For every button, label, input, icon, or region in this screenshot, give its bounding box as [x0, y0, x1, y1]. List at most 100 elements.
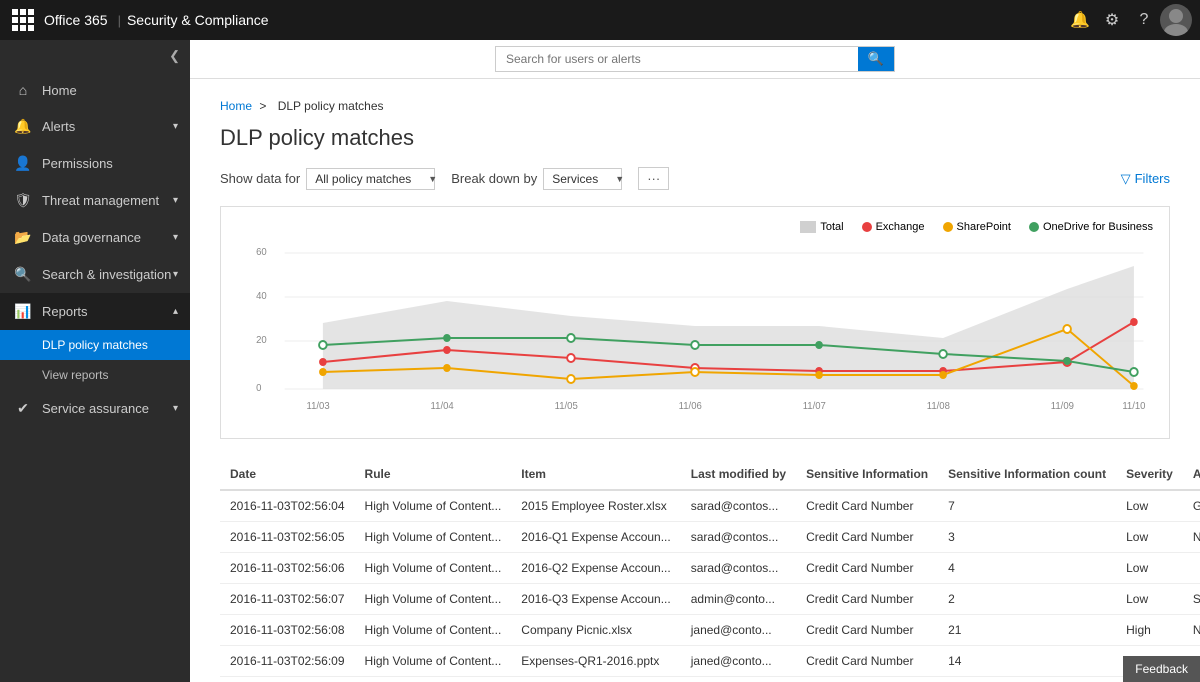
filters-button[interactable]: ▽ Filters [1121, 171, 1170, 187]
breadcrumb-current: DLP policy matches [278, 99, 384, 113]
col-sensitive: Sensitive Information [796, 459, 938, 490]
more-button[interactable]: ··· [638, 167, 669, 190]
home-icon: ⌂ [12, 82, 34, 98]
sidebar-item-alerts[interactable]: 🔔 Alerts ▾ [0, 108, 190, 145]
break-down-select-wrap: Services [543, 168, 630, 190]
sidebar-sub-item-dlp[interactable]: DLP policy matches [0, 330, 190, 360]
legend-onedrive-label: OneDrive for Business [1043, 221, 1153, 233]
reports-chevron: ▴ [173, 306, 178, 317]
threat-chevron: ▾ [173, 195, 178, 206]
search-input-wrap: 🔍 [495, 46, 895, 72]
table-row: 2016-11-03T02:56:04High Volume of Conten… [220, 490, 1200, 522]
legend-total: Total [800, 221, 843, 233]
svg-text:11/07: 11/07 [803, 401, 826, 412]
legend-exchange-dot [862, 222, 872, 232]
view-reports-label: View reports [42, 368, 108, 382]
svg-text:11/03: 11/03 [307, 401, 330, 412]
app-name: Office 365 [44, 12, 108, 28]
top-bar-divider: | [118, 13, 121, 28]
svg-text:20: 20 [256, 335, 267, 346]
table-row: 2016-11-03T02:56:10High Volume of Conten… [220, 677, 1200, 682]
table-row: 2016-11-03T02:56:07High Volume of Conten… [220, 584, 1200, 615]
sidebar-item-data-label: Data governance [42, 230, 141, 245]
filter-bar: Show data for All policy matches Break d… [220, 167, 1170, 190]
waffle-icon[interactable] [8, 5, 38, 35]
svg-text:11/08: 11/08 [927, 401, 950, 412]
legend-total-box [800, 221, 816, 233]
breadcrumb: Home > DLP policy matches [220, 99, 1170, 113]
legend-sharepoint-label: SharePoint [957, 221, 1011, 233]
alerts-chevron: ▾ [173, 121, 178, 132]
page-title: DLP policy matches [220, 125, 1170, 151]
svg-text:11/09: 11/09 [1051, 401, 1074, 412]
sidebar-item-service[interactable]: ✔ Service assurance ▾ [0, 390, 190, 427]
search-button[interactable]: 🔍 [858, 47, 894, 71]
breadcrumb-home[interactable]: Home [220, 99, 252, 113]
svg-text:40: 40 [256, 291, 267, 302]
notification-icon[interactable]: 🔔 [1064, 4, 1096, 36]
svg-text:11/05: 11/05 [555, 401, 579, 412]
page-content: Home > DLP policy matches DLP policy mat… [190, 79, 1200, 682]
table-row: 2016-11-03T02:56:09High Volume of Conten… [220, 646, 1200, 677]
permissions-icon: 👤 [12, 155, 34, 172]
dlp-policy-label: DLP policy matches [42, 338, 148, 352]
feedback-button[interactable]: Feedback [1123, 656, 1200, 682]
search-icon: 🔍 [12, 266, 34, 283]
svg-text:11/04: 11/04 [431, 401, 455, 412]
break-down-label: Break down by [451, 171, 537, 186]
user-avatar[interactable] [1160, 4, 1192, 36]
col-severity: Severity [1116, 459, 1183, 490]
service-icon: ✔ [12, 400, 34, 417]
sidebar-item-reports-label: Reports [42, 304, 88, 319]
col-item: Item [511, 459, 680, 490]
sidebar-sub-item-view-reports[interactable]: View reports [0, 360, 190, 390]
service-chevron: ▾ [173, 403, 178, 414]
reports-icon: 📊 [12, 303, 34, 320]
svg-text:60: 60 [256, 247, 267, 258]
settings-icon[interactable]: ⚙ [1096, 4, 1128, 36]
show-data-select-wrap: All policy matches [306, 168, 443, 190]
table-header-row: Date Rule Item Last modified by Sensitiv… [220, 459, 1200, 490]
help-icon[interactable]: ? [1128, 4, 1160, 36]
legend-sharepoint-dot [943, 222, 953, 232]
sidebar-item-alerts-label: Alerts [42, 119, 75, 134]
search-bar: 🔍 [190, 40, 1200, 79]
search-input[interactable] [496, 47, 858, 71]
sidebar-item-search-label: Search & investigation [42, 267, 171, 282]
show-data-select[interactable]: All policy matches [306, 168, 435, 190]
sidebar-item-home[interactable]: ⌂ Home [0, 72, 190, 108]
filters-label: Filters [1135, 171, 1170, 186]
sidebar-collapse-button[interactable]: ❮ [0, 40, 190, 72]
app-title: Security & Compliance [127, 12, 269, 28]
chart-svg: 60 40 20 0 [237, 241, 1153, 421]
sidebar-item-search[interactable]: 🔍 Search & investigation ▾ [0, 256, 190, 293]
sidebar-item-threat-label: Threat management [42, 193, 159, 208]
legend-exchange-label: Exchange [876, 221, 925, 233]
svg-text:11/10: 11/10 [1122, 401, 1146, 412]
show-data-label: Show data for [220, 171, 300, 186]
search-chevron: ▾ [173, 269, 178, 280]
alerts-icon: 🔔 [12, 118, 34, 135]
legend-total-label: Total [820, 221, 843, 233]
main-layout: ❮ ⌂ Home 🔔 Alerts ▾ 👤 Permissions 🛡 Thre… [0, 40, 1200, 682]
legend-exchange: Exchange [862, 221, 925, 233]
legend-onedrive: OneDrive for Business [1029, 221, 1153, 233]
table-row: 2016-11-03T02:56:05High Volume of Conten… [220, 522, 1200, 553]
threat-icon: 🛡 [12, 192, 34, 209]
sidebar-item-permissions-label: Permissions [42, 156, 113, 171]
filter-funnel-icon: ▽ [1121, 171, 1131, 187]
col-action: Action [1183, 459, 1200, 490]
svg-text:11/06: 11/06 [679, 401, 702, 412]
col-date: Date [220, 459, 355, 490]
sidebar-item-threat[interactable]: 🛡 Threat management ▾ [0, 182, 190, 219]
table-row: 2016-11-03T02:56:08High Volume of Conten… [220, 615, 1200, 646]
data-chevron: ▾ [173, 232, 178, 243]
sidebar-item-permissions[interactable]: 👤 Permissions [0, 145, 190, 182]
sidebar-item-data-governance[interactable]: 📂 Data governance ▾ [0, 219, 190, 256]
sidebar-item-reports[interactable]: 📊 Reports ▴ [0, 293, 190, 330]
chart-container: Total Exchange SharePoint OneDrive for B… [220, 206, 1170, 439]
content-area: 🔍 Home > DLP policy matches DLP policy m… [190, 40, 1200, 682]
sidebar: ❮ ⌂ Home 🔔 Alerts ▾ 👤 Permissions 🛡 Thre… [0, 40, 190, 682]
break-down-select[interactable]: Services [543, 168, 622, 190]
breadcrumb-separator: > [259, 99, 269, 113]
